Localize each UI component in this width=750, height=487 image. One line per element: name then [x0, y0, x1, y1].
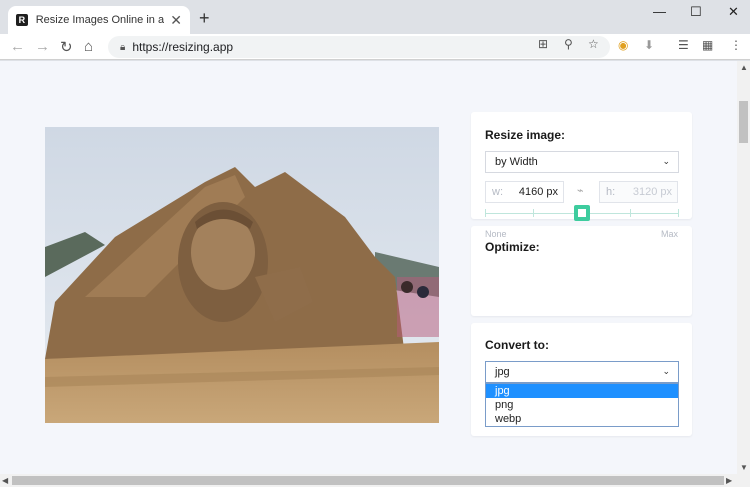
format-option-png[interactable]: png — [486, 398, 678, 412]
star-icon[interactable]: ☆ — [588, 37, 599, 51]
slider-tick — [485, 209, 486, 217]
slider-tick — [533, 209, 534, 217]
width-value: 4160 px — [518, 186, 558, 198]
calendar-icon[interactable]: ▦ — [702, 38, 713, 52]
slider-max-label: Max — [661, 229, 679, 239]
convert-title: Convert to: — [485, 338, 549, 352]
site-favicon: R — [16, 14, 28, 26]
translate-icon[interactable]: ⊞ — [538, 37, 548, 51]
format-select[interactable]: jpg ⌄ — [485, 361, 679, 383]
horizontal-scroll-thumb[interactable] — [12, 476, 724, 485]
lock-icon: 🔒︎ — [120, 41, 126, 53]
height-value: 3120 px — [632, 186, 672, 198]
tab-strip: R Resize Images Online in a Click ✕ + — … — [0, 0, 750, 34]
format-option-webp[interactable]: webp — [486, 412, 678, 426]
format-value: jpg — [495, 366, 510, 378]
format-option-jpg[interactable]: jpg — [486, 384, 678, 398]
vertical-scrollbar[interactable]: ▲ ▼ — [737, 61, 750, 474]
home-icon[interactable]: ⌂ — [84, 38, 93, 55]
uploaded-image-preview — [45, 127, 439, 423]
slider-tick — [630, 209, 631, 217]
optimize-panel: Optimize: — [471, 226, 692, 316]
scroll-right-icon[interactable]: ▶ — [726, 476, 732, 485]
tab-title: Resize Images Online in a Click — [35, 14, 165, 26]
close-tab-icon[interactable]: ✕ — [170, 12, 182, 29]
reload-icon[interactable]: ↻ — [60, 38, 73, 56]
browser-toolbar: ← → ↻ ⌂ 🔒︎ https://resizing.app ⊞ ⚲ ☆ ◉ … — [0, 34, 750, 60]
resize-mode-value: by Width — [495, 156, 538, 168]
url-text: https://resizing.app — [132, 40, 234, 54]
chevron-down-icon: ⌄ — [662, 156, 670, 166]
width-input[interactable]: w: 4160 px — [485, 181, 564, 203]
scroll-up-icon[interactable]: ▲ — [740, 63, 748, 72]
browser-tab[interactable]: R Resize Images Online in a Click ✕ — [8, 6, 190, 34]
chrome-extension-icon[interactable]: ◉ — [618, 38, 628, 52]
optimize-title: Optimize: — [485, 240, 540, 254]
minimize-icon[interactable]: — — [653, 4, 666, 19]
vertical-scroll-thumb[interactable] — [739, 101, 748, 143]
resize-mode-select[interactable]: by Width ⌄ — [485, 151, 679, 173]
height-label: h: — [606, 186, 616, 198]
scroll-down-icon[interactable]: ▼ — [740, 463, 748, 472]
height-input[interactable]: h: 3120 px — [599, 181, 678, 203]
scroll-left-icon[interactable]: ◀ — [2, 476, 8, 485]
slider-tick — [678, 209, 679, 217]
back-arrow-icon[interactable]: ← — [10, 38, 25, 55]
resize-title: Resize image: — [485, 128, 566, 142]
forward-arrow-icon[interactable]: → — [35, 38, 50, 55]
chevron-down-icon: ⌄ — [662, 366, 670, 376]
download-icon[interactable]: ⬇ — [644, 38, 654, 52]
link-ratio-icon[interactable]: ⌁ — [577, 184, 584, 197]
slider-handle[interactable] — [574, 205, 590, 221]
new-tab-button[interactable]: + — [199, 8, 210, 29]
close-window-icon[interactable]: ✕ — [728, 4, 739, 20]
slider-min-label: None — [485, 229, 507, 239]
zoom-icon[interactable]: ⚲ — [564, 37, 573, 51]
reading-list-icon[interactable]: ☰ — [678, 38, 689, 52]
format-dropdown-list: jpg png webp — [485, 383, 679, 427]
page-content: Resize image: by Width ⌄ w: 4160 px ⌁ h:… — [0, 61, 737, 474]
horizontal-scrollbar[interactable]: ◀ ▶ — [0, 474, 750, 487]
maximize-icon[interactable]: ☐ — [690, 4, 702, 20]
width-label: w: — [492, 186, 503, 198]
address-bar[interactable]: 🔒︎ https://resizing.app — [108, 36, 610, 58]
menu-icon[interactable]: ⋮ — [730, 38, 742, 52]
